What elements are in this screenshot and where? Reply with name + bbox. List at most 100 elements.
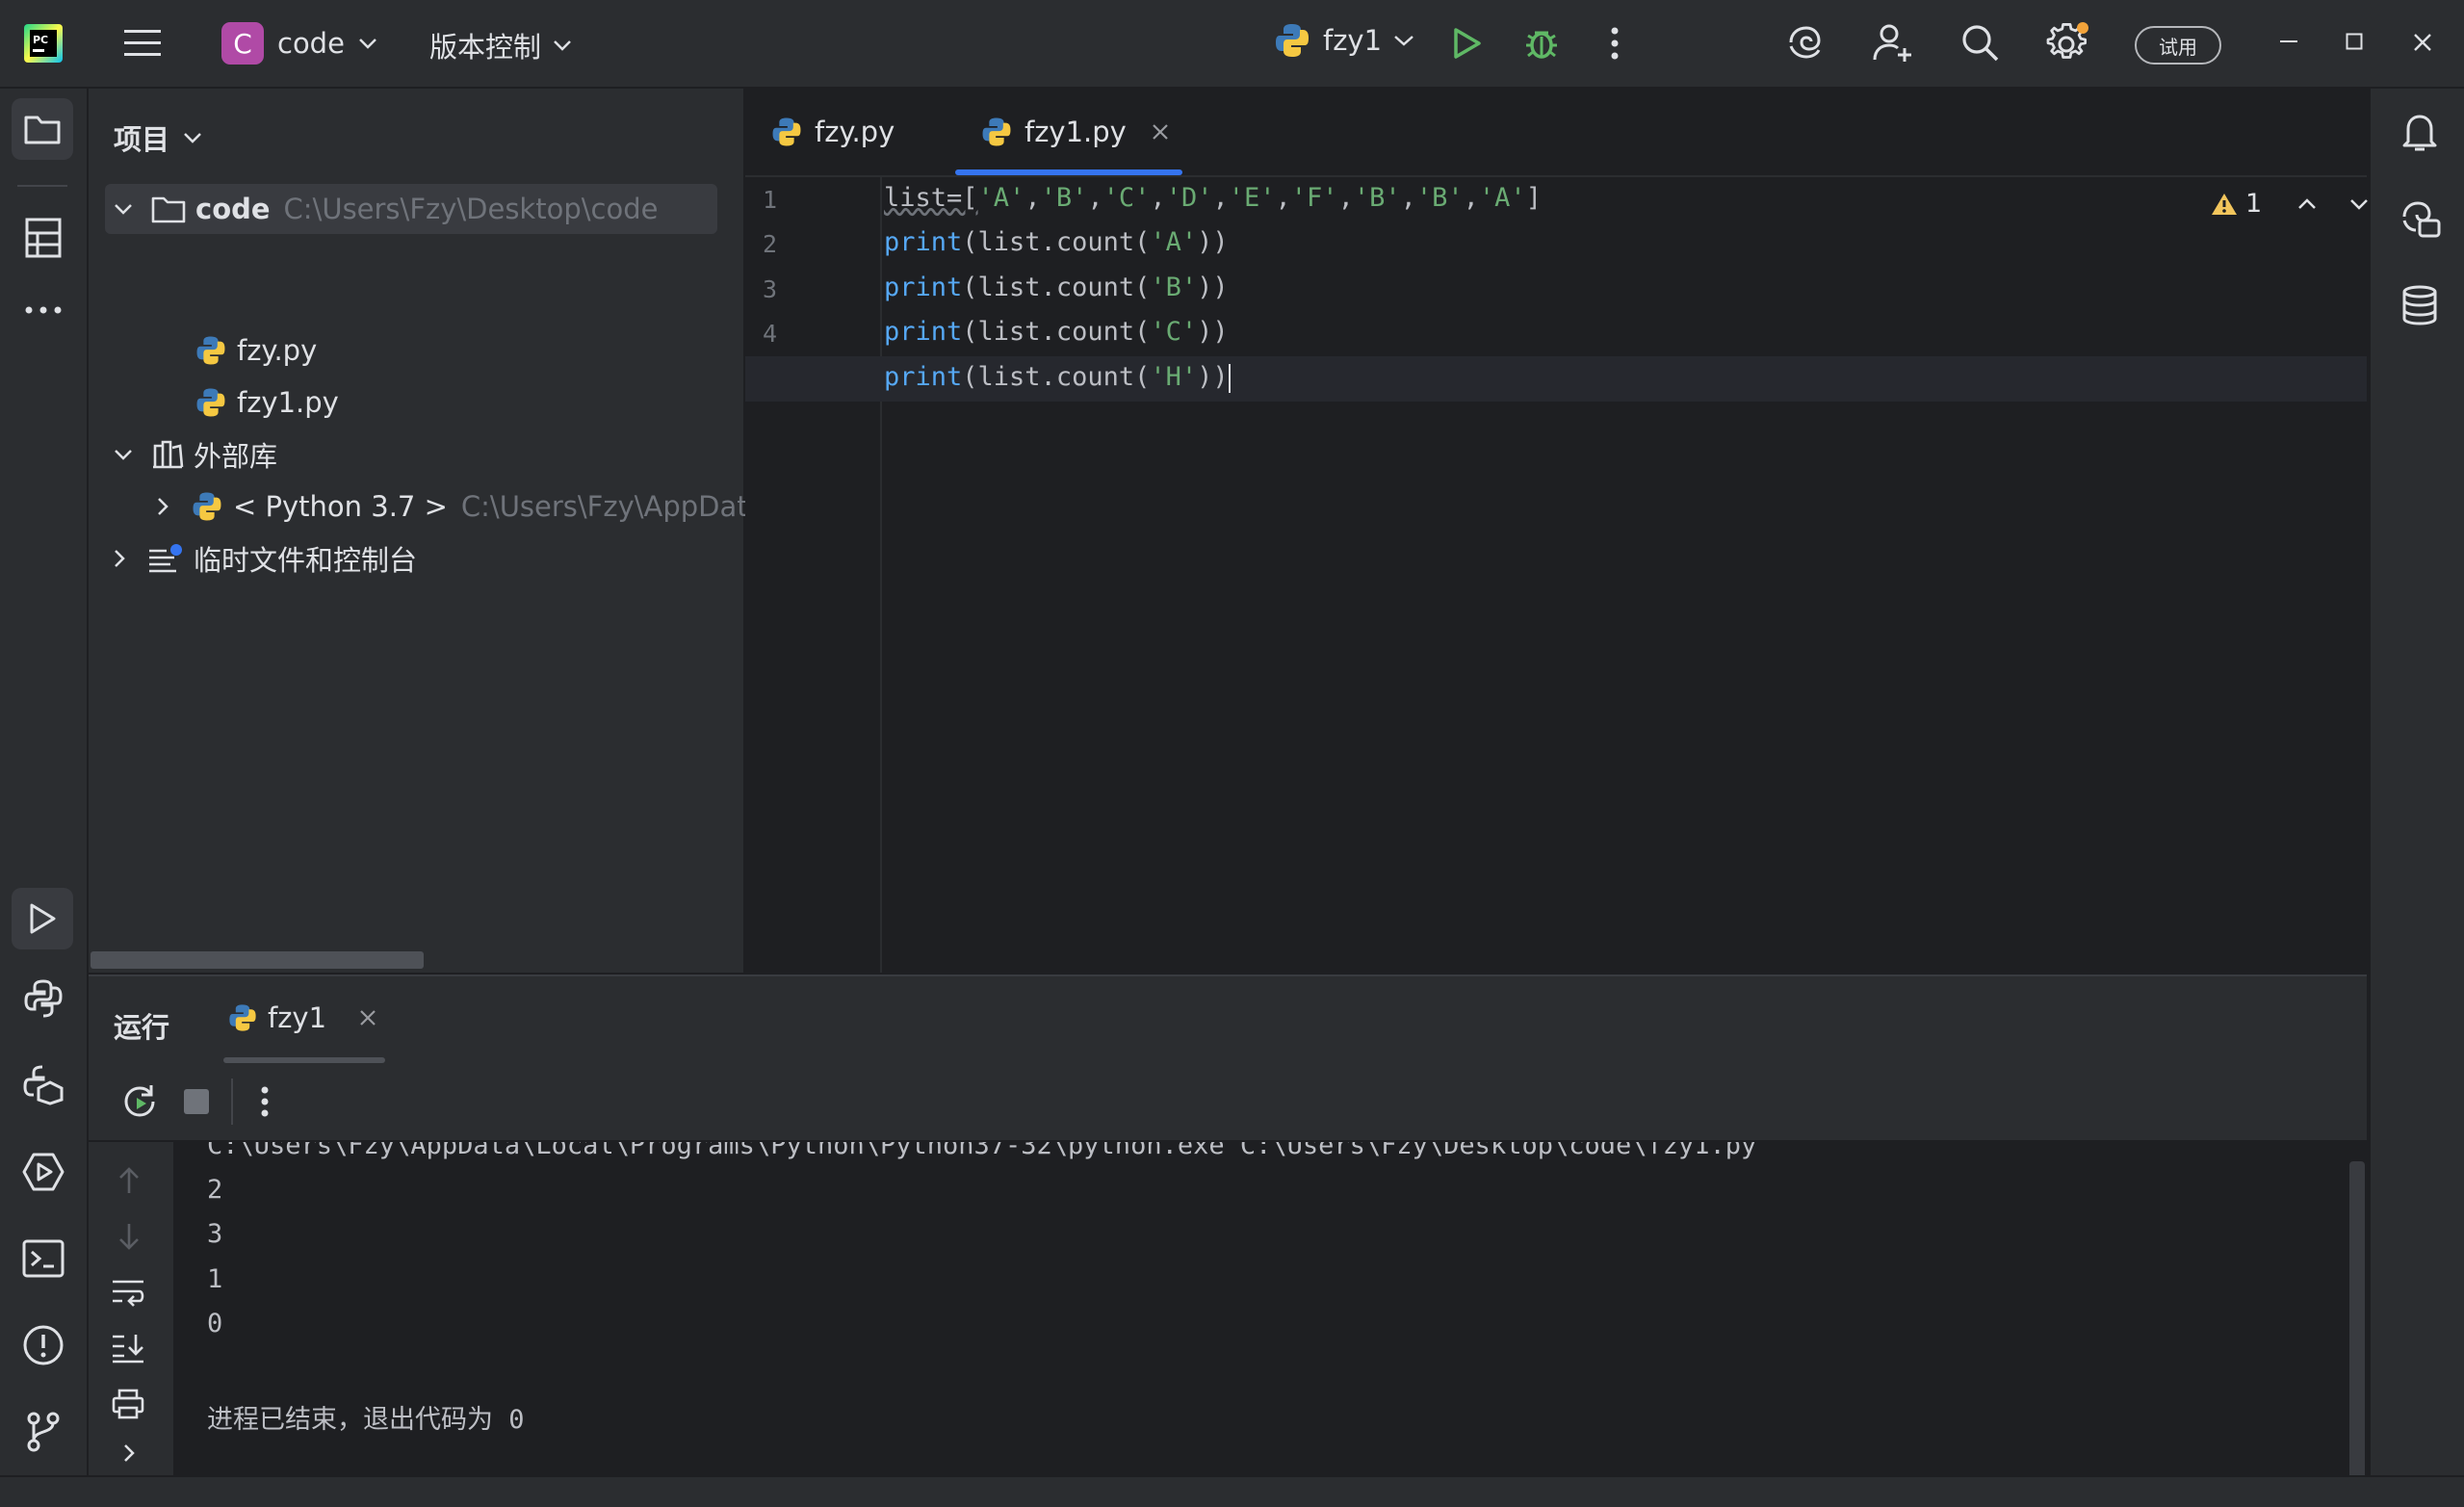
tree-row-python-sdk[interactable]: < Python 3.7 > C:\Users\Fzy\AppData\Lc — [156, 481, 805, 532]
root-folder-path: C:\Users\Fzy\Desktop\code — [283, 193, 659, 225]
scroll-down-button[interactable] — [110, 1217, 148, 1256]
python-file-icon — [982, 117, 1011, 146]
maximize-button[interactable] — [2340, 27, 2369, 56]
vcs-menu[interactable]: 版本控制 — [429, 25, 572, 65]
debug-button[interactable] — [1521, 21, 1562, 64]
scroll-up-button[interactable] — [110, 1161, 148, 1200]
run-button[interactable] — [1448, 23, 1487, 64]
close-icon[interactable] — [359, 1009, 376, 1026]
python-packages-tool-button[interactable] — [19, 1061, 67, 1109]
soft-wrap-button[interactable] — [106, 1273, 150, 1312]
arrow-up-icon — [119, 1167, 139, 1193]
expand-more-button[interactable] — [110, 1437, 148, 1469]
problems-icon — [23, 1325, 64, 1365]
problems-tool-button[interactable] — [19, 1321, 67, 1369]
chevron-down-icon — [115, 204, 132, 215]
toolbar-divider — [231, 1078, 233, 1125]
arrow-down-icon — [119, 1224, 139, 1250]
python-icon — [229, 1004, 256, 1031]
library-icon — [153, 440, 184, 469]
rerun-button[interactable] — [119, 1080, 162, 1123]
trial-label: 试用 — [2135, 26, 2221, 65]
trial-badge[interactable]: 试用 — [2135, 26, 2221, 65]
chevron-right-icon — [115, 550, 125, 567]
pycharm-logo-icon[interactable]: PC — [21, 21, 65, 65]
svg-text:PC: PC — [33, 34, 48, 46]
print-button[interactable] — [106, 1385, 150, 1423]
code-line-2[interactable]: print(list.count('A')) — [884, 227, 1229, 257]
project-panel-title: 项目 — [114, 123, 170, 156]
python-console-icon — [24, 979, 63, 1018]
project-tool-button[interactable] — [12, 98, 73, 160]
run-tool-button[interactable] — [12, 888, 73, 949]
ai-chat-button[interactable] — [2396, 195, 2444, 243]
project-view-selector[interactable]: 项目 — [114, 117, 202, 158]
close-icon[interactable] — [1152, 123, 1169, 141]
scroll-to-end-button[interactable] — [106, 1329, 150, 1367]
file-name: fzy.py — [237, 334, 318, 367]
chevron-right-icon — [124, 1444, 135, 1462]
tree-row-external-libs[interactable]: 外部库 — [113, 429, 277, 480]
notifications-button[interactable] — [2396, 108, 2444, 156]
python-file-icon — [772, 117, 801, 146]
tree-row-file[interactable]: fzy1.py — [195, 377, 339, 428]
tab-fzy1-py[interactable]: fzy1.py — [980, 89, 1169, 175]
add-user-icon[interactable] — [1870, 19, 1916, 65]
python-file-icon — [196, 336, 225, 365]
services-tool-button[interactable] — [19, 1148, 67, 1196]
tab-fzy-py[interactable]: fzy.py — [770, 89, 895, 175]
title-bar: PC C code 版本控制 fzy1 试用 — [0, 0, 2464, 89]
console-output-line: 2 — [207, 1175, 223, 1205]
code-line-1[interactable]: list=['A','B','C','D','E','F','B','B','A… — [884, 183, 1542, 213]
git-tool-button[interactable] — [19, 1408, 67, 1456]
stop-icon — [184, 1089, 209, 1114]
folder-icon — [24, 116, 61, 144]
project-name: code — [277, 27, 345, 60]
play-icon — [1454, 28, 1481, 59]
soft-wrap-icon — [113, 1280, 144, 1307]
more-tools-icon[interactable] — [19, 296, 67, 325]
search-icon[interactable] — [1958, 21, 2001, 64]
code-line-3[interactable]: print(list.count('B')) — [884, 273, 1229, 302]
warning-icon — [2212, 193, 2237, 215]
root-folder-name: code — [195, 193, 271, 225]
more-actions-icon[interactable] — [1598, 23, 1631, 64]
database-button[interactable] — [2396, 281, 2444, 329]
terminal-tool-button[interactable] — [19, 1234, 67, 1283]
console-output-line: 3 — [207, 1219, 223, 1249]
project-panel: 项目 code C:\Users\Fzy\Desktop\code fzy.py… — [89, 89, 805, 973]
project-horizontal-scrollbar[interactable] — [91, 951, 424, 969]
project-switcher[interactable]: C code — [221, 22, 377, 65]
console-vertical-scrollbar[interactable] — [2349, 1161, 2365, 1479]
close-window-button[interactable] — [2407, 27, 2438, 58]
chevron-down-icon — [359, 39, 376, 49]
line-number: 4 — [763, 320, 778, 348]
settings-icon[interactable] — [2045, 19, 2091, 65]
stripe-divider — [17, 185, 67, 187]
console-output-line: 1 — [207, 1264, 223, 1294]
code-line-4[interactable]: print(list.count('C')) — [884, 317, 1229, 347]
python-console-tool-button[interactable] — [19, 974, 67, 1023]
run-side-toolbar — [89, 1142, 175, 1475]
code-line-5[interactable]: print(list.count('H')) — [884, 362, 1231, 393]
tree-row-scratches[interactable]: 临时文件和控制台 — [113, 533, 417, 584]
chevron-up-icon[interactable] — [2296, 197, 2318, 211]
chevron-down-icon[interactable] — [2348, 197, 2370, 211]
run-more-actions-icon[interactable] — [250, 1082, 279, 1121]
text-caret — [1228, 363, 1231, 393]
tab-label: fzy1.py — [1025, 116, 1127, 148]
run-config-selector[interactable]: fzy1 — [1273, 21, 1414, 60]
tree-row-root[interactable]: code C:\Users\Fzy\Desktop\code — [105, 184, 717, 234]
inspection-widget[interactable]: 1 — [2211, 189, 2370, 219]
run-tab-fzy1[interactable]: fzy1 — [227, 1001, 376, 1034]
console-output[interactable]: C:\Users\Fzy\AppData\Local\Programs\Pyth… — [175, 1142, 2347, 1475]
line-number: 3 — [763, 275, 778, 303]
run-toolbar — [89, 1063, 2367, 1142]
stop-button[interactable] — [177, 1082, 216, 1121]
structure-icon — [25, 218, 62, 258]
minimize-button[interactable] — [2274, 27, 2303, 56]
main-menu-icon[interactable] — [121, 23, 164, 64]
ai-assistant-icon[interactable] — [1783, 21, 1826, 64]
structure-tool-button[interactable] — [19, 214, 67, 262]
tree-row-file[interactable]: fzy.py — [195, 325, 317, 376]
